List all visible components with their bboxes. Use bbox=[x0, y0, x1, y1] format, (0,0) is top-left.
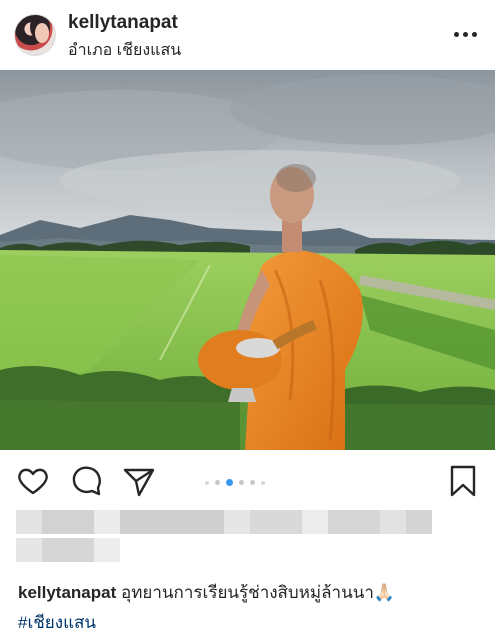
caption-text: อุทยานการเรียนรู้ช่างสิบหมู่ล้านนา🙏🏻 bbox=[121, 583, 396, 602]
post-caption: kellytanapat อุทยานการเรียนรู้ช่างสิบหมู… bbox=[18, 578, 488, 638]
post-header: kellytanapat อำเภอ เชียงแสน bbox=[0, 0, 495, 70]
carousel-dot bbox=[250, 480, 255, 485]
carousel-dot bbox=[215, 480, 220, 485]
carousel-dot bbox=[261, 480, 265, 485]
caption-username[interactable]: kellytanapat bbox=[18, 583, 116, 602]
action-bar bbox=[0, 452, 495, 510]
post-username[interactable]: kellytanapat bbox=[68, 12, 178, 34]
carousel-dot bbox=[239, 480, 244, 485]
pixelated-likes bbox=[16, 510, 436, 562]
carousel-dot bbox=[226, 479, 233, 486]
avatar[interactable] bbox=[14, 14, 56, 56]
photo-scene bbox=[0, 70, 495, 450]
paper-plane-icon[interactable] bbox=[122, 464, 156, 498]
bookmark-icon[interactable] bbox=[446, 464, 480, 498]
post-photo[interactable] bbox=[0, 70, 495, 450]
carousel-indicator bbox=[205, 479, 265, 486]
heart-icon[interactable] bbox=[16, 464, 50, 498]
more-options-icon[interactable] bbox=[451, 26, 479, 42]
comment-icon[interactable] bbox=[70, 464, 104, 498]
post-location[interactable]: อำเภอ เชียงแสน bbox=[68, 38, 181, 63]
hashtag-link[interactable]: #เชียงแสน bbox=[18, 608, 488, 638]
carousel-dot bbox=[205, 480, 209, 485]
